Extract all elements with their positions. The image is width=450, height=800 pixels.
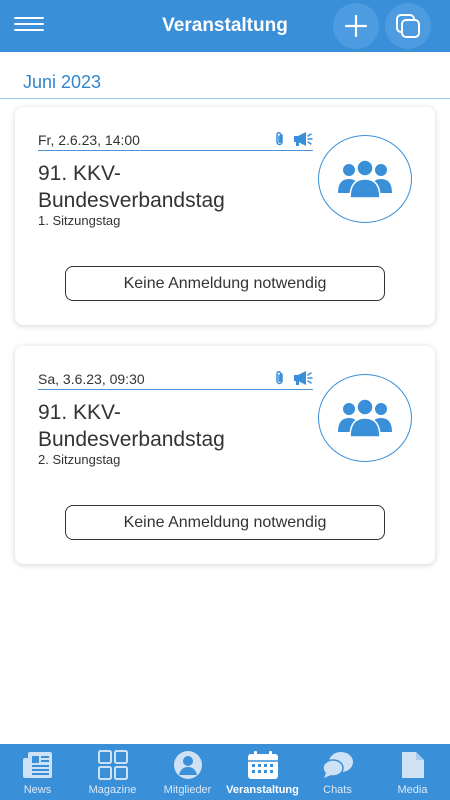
top-app-bar: Veranstaltung (0, 0, 450, 52)
date-divider (38, 389, 313, 390)
paperclip-icon (276, 131, 283, 146)
page-title: Veranstaltung (162, 15, 288, 36)
event-subtitle: 2. Sitzungstag (38, 452, 121, 467)
copy-button[interactable] (385, 3, 431, 49)
document-icon (401, 752, 424, 778)
plus-icon (344, 14, 368, 38)
nav-item-veranstaltung[interactable]: Veranstaltung (225, 744, 300, 800)
person-icon (173, 751, 202, 779)
paperclip-icon (276, 370, 283, 385)
newspaper-icon (22, 752, 52, 778)
group-icon (338, 159, 392, 199)
nav-label: Media (397, 784, 428, 796)
copy-icon (396, 14, 420, 38)
participants-button[interactable] (318, 374, 412, 462)
registration-button[interactable]: Keine Anmeldung notwendig (65, 505, 385, 540)
event-card[interactable]: Fr, 2.6.23, 14:00 91. KKV-Bundesverbands… (15, 107, 435, 325)
nav-item-chats[interactable]: Chats (300, 744, 375, 800)
registration-button[interactable]: Keine Anmeldung notwendig (65, 266, 385, 301)
nav-label: Mitglieder (163, 784, 212, 796)
month-divider (0, 98, 450, 99)
event-title: 91. KKV-Bundesverbandstag (38, 401, 225, 451)
calendar-icon (247, 751, 278, 779)
event-subtitle: 1. Sitzungstag (38, 213, 121, 228)
bottom-navigation: News Magazine Mitglieder Veranstaltung C… (0, 744, 450, 800)
event-datetime: Fr, 2.6.23, 14:00 (38, 132, 140, 148)
megaphone-icon (294, 132, 313, 146)
group-icon (338, 398, 392, 438)
date-divider (38, 150, 313, 151)
chat-bubbles-icon (321, 752, 353, 778)
event-title: 91. KKV-Bundesverbandstag (38, 162, 225, 212)
participants-button[interactable] (318, 135, 412, 223)
nav-item-magazine[interactable]: Magazine (75, 744, 150, 800)
nav-label: Veranstaltung (226, 784, 299, 796)
event-card[interactable]: Sa, 3.6.23, 09:30 91. KKV-Bundesverbands… (15, 346, 435, 564)
megaphone-icon (294, 371, 313, 385)
nav-label: Magazine (88, 784, 137, 796)
event-datetime: Sa, 3.6.23, 09:30 (38, 371, 145, 387)
nav-item-news[interactable]: News (0, 744, 75, 800)
hamburger-menu-icon[interactable] (14, 14, 44, 38)
nav-item-media[interactable]: Media (375, 744, 450, 800)
nav-label: News (23, 784, 52, 796)
month-header: Juni 2023 (23, 72, 102, 92)
nav-label: Chats (323, 784, 352, 796)
add-event-button[interactable] (333, 3, 379, 49)
nav-item-mitglieder[interactable]: Mitglieder (150, 744, 225, 800)
grid-icon (97, 750, 128, 780)
